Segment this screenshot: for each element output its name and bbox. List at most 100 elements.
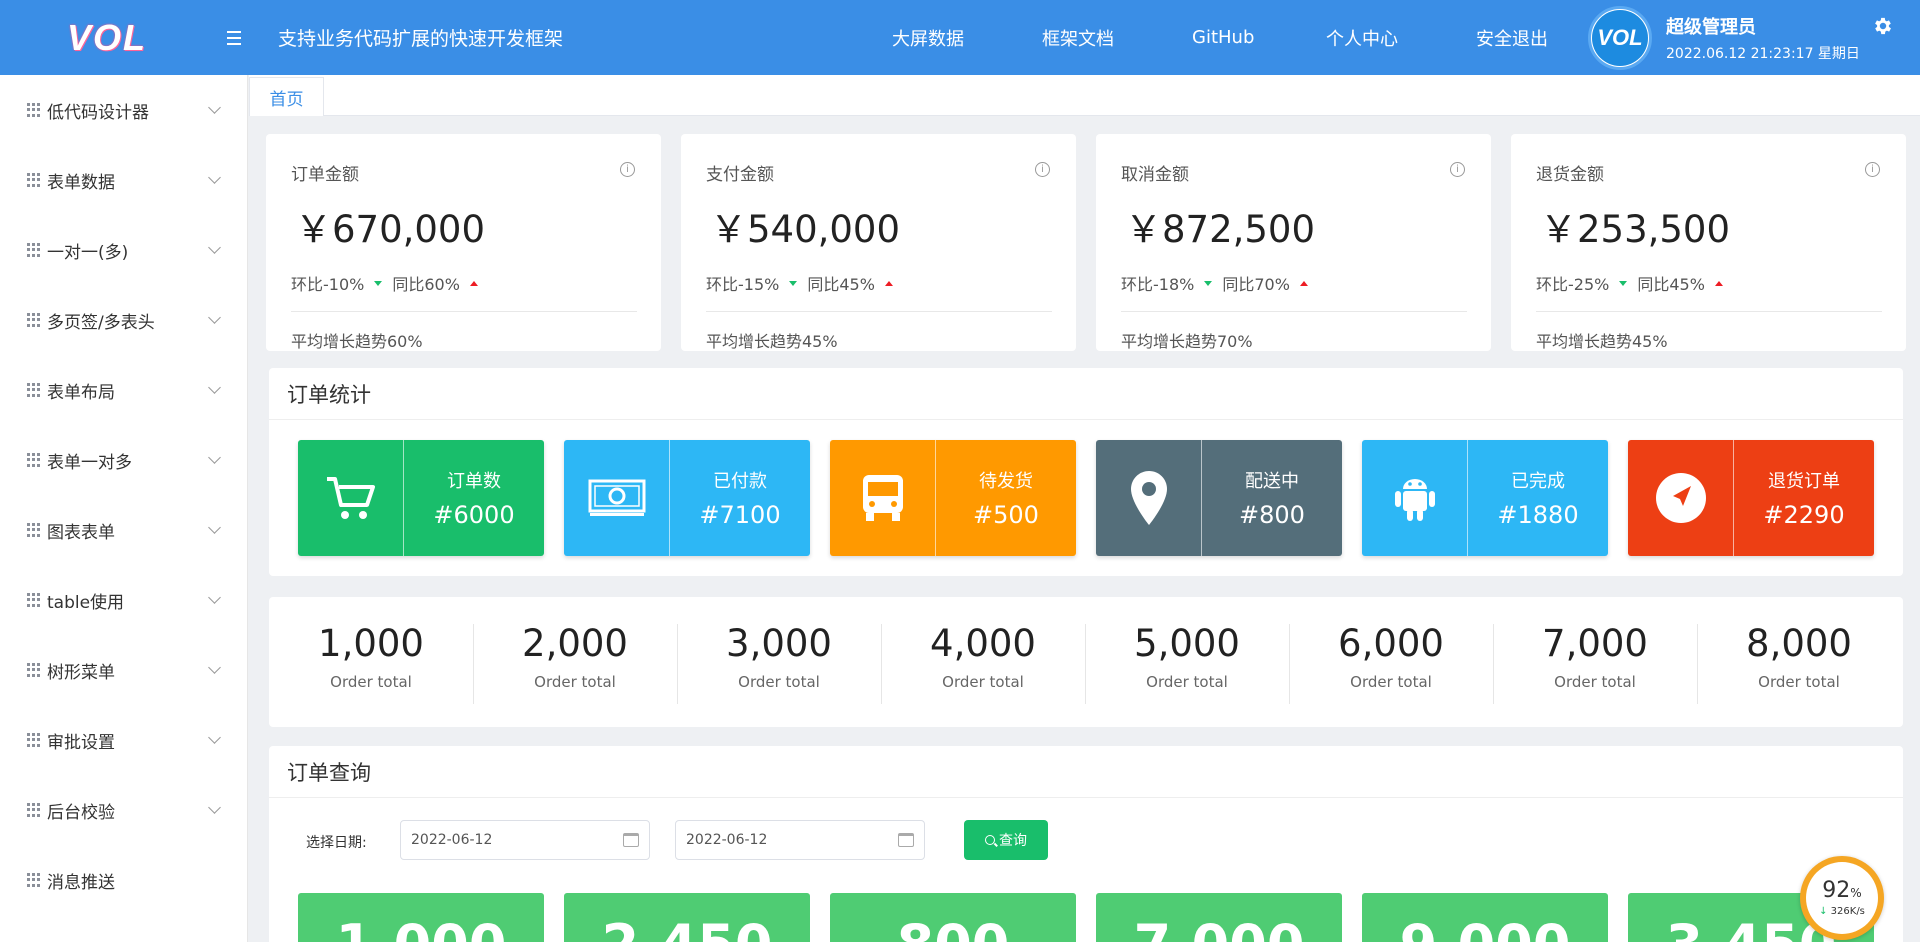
- tab-bar: 首页: [249, 75, 1920, 116]
- info-icon[interactable]: i: [1035, 162, 1050, 177]
- total-cell: 2,000 Order total: [473, 622, 677, 704]
- grid-icon: [27, 453, 41, 467]
- query-result-value: 1,000: [298, 913, 544, 942]
- sidebar-item-label: 表单布局: [47, 382, 115, 403]
- down-arrow-icon: [374, 280, 383, 286]
- down-arrow-icon: [789, 280, 798, 286]
- user-meta: 超级管理员 2022.06.12 21:23:17 星期日: [1666, 13, 1860, 63]
- sidebar-item-validation[interactable]: 后台校验: [0, 775, 247, 845]
- total-cell: 5,000 Order total: [1085, 622, 1289, 704]
- order-tile[interactable]: 待发货 #500: [830, 440, 1076, 556]
- sidebar-item-onetoone[interactable]: 一对一(多): [0, 215, 247, 285]
- yoy-text: 同比60%: [392, 275, 460, 294]
- tile-label: 待发货: [979, 471, 1033, 492]
- nav-link-profile[interactable]: 个人中心: [1326, 25, 1398, 51]
- grid-icon: [27, 733, 41, 747]
- current-datetime: 2022.06.12 21:23:17 星期日: [1666, 46, 1860, 62]
- order-tile[interactable]: 已完成 #1880: [1362, 440, 1608, 556]
- query-result-value: 7,000: [1096, 913, 1342, 942]
- chevron-down-icon: [208, 521, 221, 534]
- total-value: 6,000: [1338, 622, 1444, 665]
- stat-title: 订单金额: [291, 165, 359, 185]
- info-icon[interactable]: i: [1865, 162, 1880, 177]
- order-tile[interactable]: 退货订单 #2290: [1628, 440, 1874, 556]
- app-logo[interactable]: VOL: [0, 0, 214, 75]
- sidebar-item-push[interactable]: 消息推送: [0, 845, 247, 915]
- up-arrow-icon: [884, 280, 893, 286]
- order-tile[interactable]: 订单数 #6000: [298, 440, 544, 556]
- gear-icon[interactable]: [1872, 15, 1894, 37]
- date-label: 选择日期:: [306, 835, 367, 851]
- stat-title: 退货金额: [1536, 165, 1604, 185]
- end-date-value: 2022-06-12: [686, 832, 768, 848]
- speed-inner: 92% ↓ 326K/s: [1806, 862, 1878, 934]
- sidebar-item-chartform[interactable]: 图表表单: [0, 495, 247, 565]
- total-caption: Order total: [1758, 673, 1840, 691]
- sidebar-item-formdata[interactable]: 表单数据: [0, 145, 247, 215]
- start-date-input[interactable]: 2022-06-12: [400, 820, 650, 860]
- divider: [1536, 311, 1882, 312]
- total-cell: 3,000 Order total: [677, 622, 881, 704]
- grid-icon: [27, 523, 41, 537]
- query-result-tile: 2,450: [564, 893, 810, 942]
- query-result-tile: 7,000: [1096, 893, 1342, 942]
- total-value: 4,000: [930, 622, 1036, 665]
- cart-icon: [298, 440, 404, 556]
- sidebar-item-label: 后台校验: [47, 802, 115, 823]
- query-result-value: 2,450: [564, 913, 810, 942]
- grid-icon: [27, 173, 41, 187]
- money-icon: [564, 440, 670, 556]
- total-cell: 4,000 Order total: [881, 622, 1085, 704]
- android-icon: [1362, 440, 1468, 556]
- up-arrow-icon: [1714, 280, 1723, 286]
- sidebar-item-lowcode[interactable]: 低代码设计器: [0, 75, 247, 145]
- sidebar-item-treemenu[interactable]: 树形菜单: [0, 635, 247, 705]
- stat-value: ￥670,000: [295, 208, 486, 251]
- stat-card: 订单金额 i ￥670,000 环比-10% 同比60% 平均增长趋势60%: [266, 134, 661, 351]
- sidebar-item-formlayout[interactable]: 表单布局: [0, 355, 247, 425]
- end-date-input[interactable]: 2022-06-12: [675, 820, 925, 860]
- info-icon[interactable]: i: [620, 162, 635, 177]
- down-arrow-icon: [1619, 280, 1628, 286]
- tile-value: #1880: [1497, 501, 1579, 529]
- yoy-text: 同比45%: [807, 275, 875, 294]
- speed-rate: ↓ 326K/s: [1819, 905, 1865, 917]
- header-slogan: 支持业务代码扩展的快速开发框架: [278, 28, 564, 50]
- total-caption: Order total: [1350, 673, 1432, 691]
- sidebar-item-label: 消息推送: [47, 872, 115, 893]
- sidebar-item-approval[interactable]: 审批设置: [0, 705, 247, 775]
- total-caption: Order total: [1554, 673, 1636, 691]
- up-arrow-icon: [1299, 280, 1308, 286]
- network-speed-widget[interactable]: 92% ↓ 326K/s: [1800, 856, 1884, 940]
- nav-link-docs[interactable]: 框架文档: [1042, 25, 1114, 51]
- total-cell: 7,000 Order total: [1493, 622, 1697, 704]
- stat-card: 退货金额 i ￥253,500 环比-25% 同比45% 平均增长趋势45%: [1511, 134, 1906, 351]
- nav-link-bigscreen[interactable]: 大屏数据: [892, 25, 964, 51]
- avatar[interactable]: VOL: [1588, 6, 1652, 70]
- sidebar-item-multitab[interactable]: 多页签/多表头: [0, 285, 247, 355]
- total-caption: Order total: [534, 673, 616, 691]
- total-cell: 6,000 Order total: [1289, 622, 1493, 704]
- order-tile[interactable]: 已付款 #7100: [564, 440, 810, 556]
- info-icon[interactable]: i: [1450, 162, 1465, 177]
- stat-value: ￥540,000: [710, 208, 901, 251]
- stat-avg: 平均增长趋势60%: [291, 332, 423, 351]
- down-arrow-icon: [1204, 280, 1213, 286]
- tile-value: #6000: [433, 501, 515, 529]
- grid-icon: [27, 243, 41, 257]
- sidebar-item-onetomany[interactable]: 表单一对多: [0, 425, 247, 495]
- tab-home[interactable]: 首页: [249, 77, 324, 116]
- chevron-down-icon: [208, 801, 221, 814]
- query-result-value: 800: [830, 913, 1076, 942]
- sidebar-item-table[interactable]: table使用: [0, 565, 247, 635]
- query-button[interactable]: 查询: [964, 820, 1048, 860]
- menu-toggle-icon[interactable]: [220, 24, 248, 52]
- order-tile[interactable]: 配送中 #800: [1096, 440, 1342, 556]
- divider: [291, 311, 637, 312]
- nav-link-github[interactable]: GitHub: [1192, 27, 1254, 48]
- down-arrow-icon: ↓: [1819, 905, 1828, 917]
- nav-link-logout[interactable]: 安全退出: [1476, 25, 1548, 51]
- calendar-icon: [623, 833, 639, 847]
- total-caption: Order total: [1146, 673, 1228, 691]
- stat-value: ￥872,500: [1125, 208, 1316, 251]
